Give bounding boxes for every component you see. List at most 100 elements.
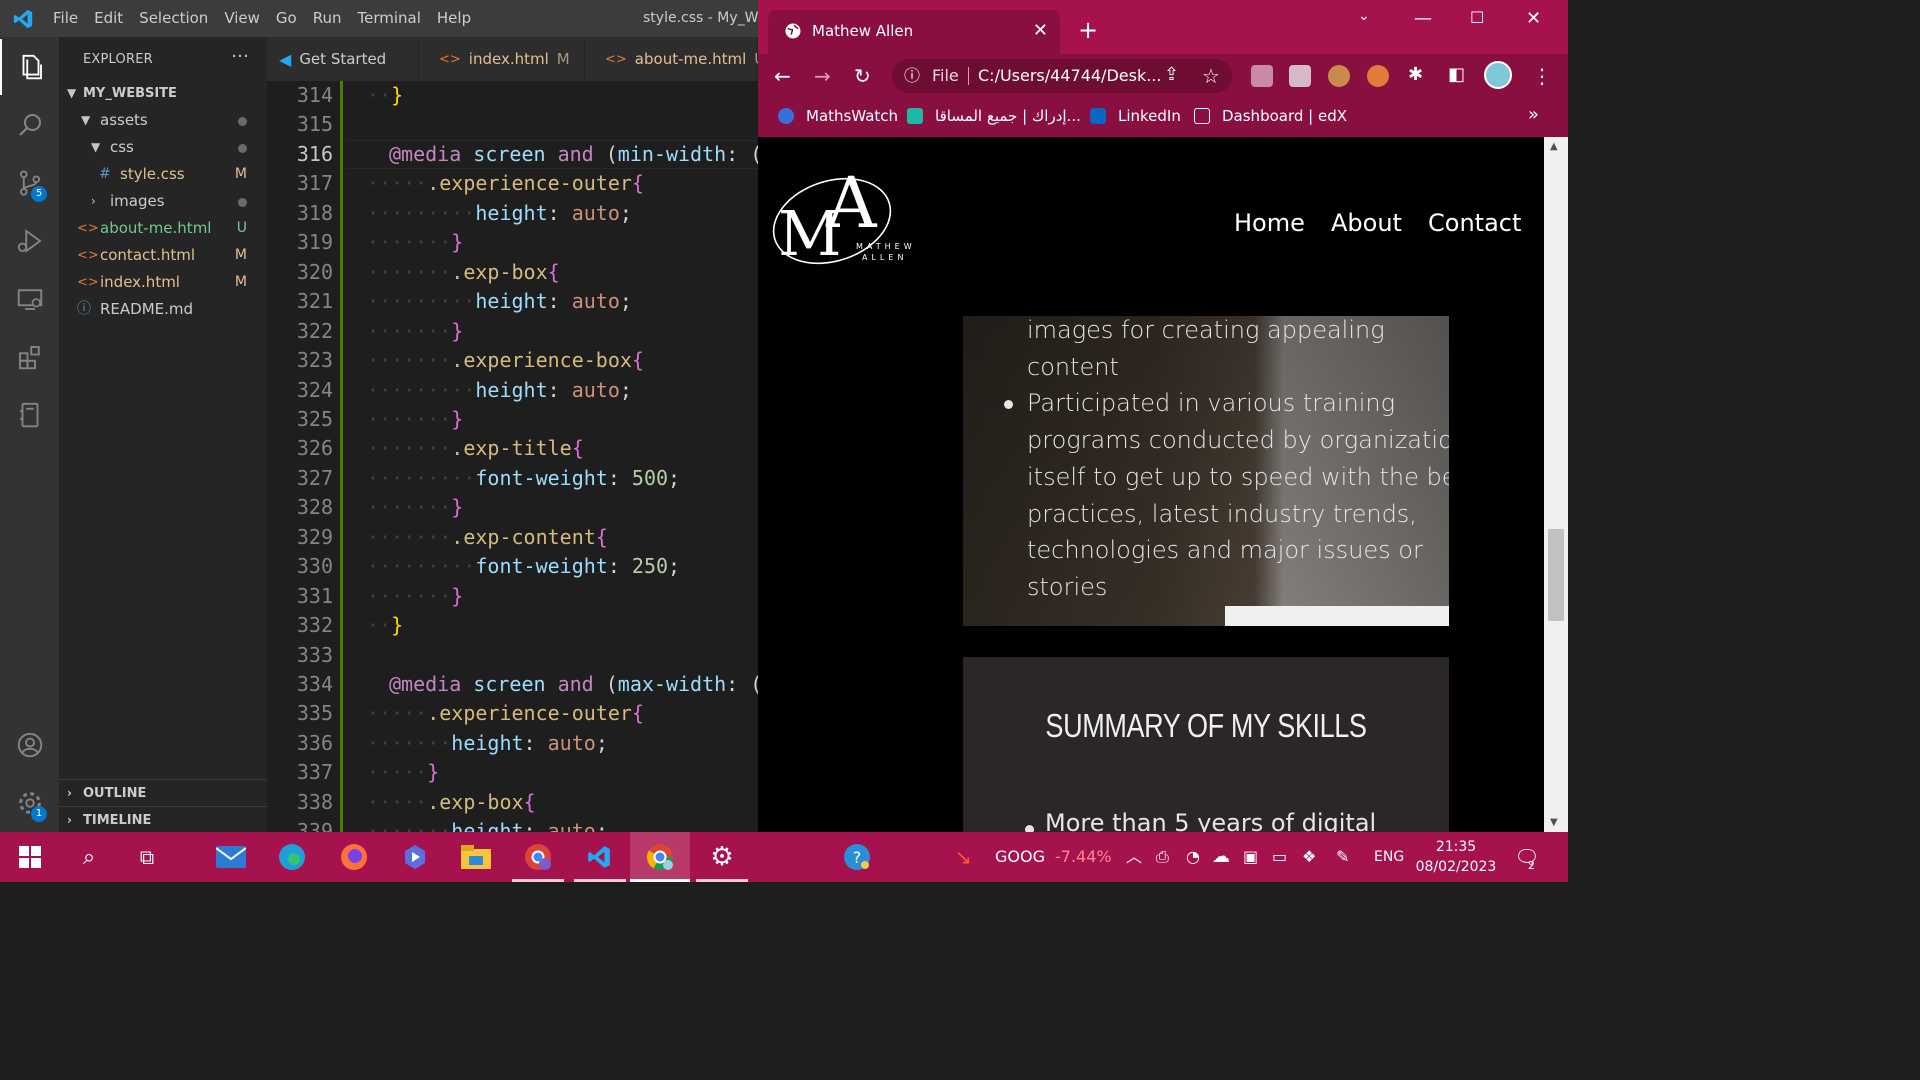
help-icon[interactable]: ? [842, 842, 872, 872]
code-editor[interactable]: 314 315 316 317 318 319 320 321 322 323 … [267, 81, 758, 832]
dropbox-icon[interactable]: ❖ [1302, 832, 1316, 882]
firefox-icon[interactable] [339, 842, 369, 872]
side-panel-icon[interactable]: ◧ [1448, 64, 1465, 85]
menu-kebab-icon[interactable]: ⋮ [1532, 64, 1552, 88]
tray-chevron-up-icon[interactable]: ︿ [1126, 832, 1142, 882]
new-tab-icon[interactable]: + [1078, 18, 1098, 42]
mail-app-icon[interactable] [216, 842, 246, 872]
tree-file-style-css[interactable]: # style.css M [59, 161, 267, 188]
reload-icon[interactable]: ↻ [854, 64, 871, 88]
settings-gear-icon[interactable]: 1 [0, 775, 59, 831]
extension-icon[interactable] [1289, 65, 1311, 87]
tree-file-contact[interactable]: <> contact.html M [59, 242, 267, 269]
share-icon[interactable]: ⇪ [1164, 64, 1179, 85]
vscode-logo-icon[interactable] [0, 0, 45, 37]
scroll-up-icon[interactable]: ▲ [1550, 141, 1558, 152]
modified-dot-icon [238, 198, 247, 207]
forward-arrow-icon[interactable]: → [814, 64, 831, 88]
media-player-icon[interactable] [400, 842, 430, 872]
scrollbar-thumb[interactable] [1548, 529, 1564, 621]
notification-center-icon[interactable]: 🗨 [1512, 842, 1542, 872]
info-icon[interactable]: ⓘ [904, 59, 920, 93]
bookmark-linkedin[interactable]: LinkedIn [1090, 107, 1181, 125]
bookmark-star-icon[interactable]: ☆ [1202, 64, 1220, 88]
accounts-icon[interactable] [0, 717, 59, 773]
menu-selection[interactable]: Selection [131, 0, 216, 37]
maximize-icon[interactable]: ☐ [1470, 8, 1484, 27]
browser-tab[interactable]: Mathew Allen ✕ [768, 10, 1060, 54]
source-control-icon[interactable]: 5 [0, 155, 59, 211]
bookmark-edraak[interactable]: إدراك | جميع المساقا... [907, 107, 1081, 125]
file-explorer-icon[interactable] [461, 842, 491, 872]
tree-folder-assets[interactable]: ▼ assets [59, 107, 267, 134]
tab-about-me-html[interactable]: <> about-me.html U [585, 37, 758, 81]
nav-contact[interactable]: Contact [1428, 209, 1521, 237]
menu-go[interactable]: Go [268, 0, 305, 37]
tree-folder-images[interactable]: › images [59, 188, 267, 215]
stock-trend-icon[interactable]: ↘ [955, 832, 972, 882]
chrome-active-icon[interactable] [645, 842, 675, 872]
menu-terminal[interactable]: Terminal [350, 0, 429, 37]
notebook-icon[interactable] [0, 387, 59, 443]
bookmark-mathswatch[interactable]: MathsWatch [778, 107, 898, 125]
extension-icon[interactable] [1367, 65, 1389, 87]
run-debug-icon[interactable] [0, 213, 59, 269]
search-icon[interactable]: ⌕ [74, 842, 104, 872]
profile-avatar[interactable] [1484, 61, 1512, 89]
close-tab-icon[interactable]: ✕ [1033, 20, 1048, 41]
scroll-down-icon[interactable]: ▼ [1550, 817, 1558, 828]
edge-browser-icon[interactable] [277, 842, 307, 872]
cookie-extension-icon[interactable] [1328, 65, 1350, 87]
tab-search-icon[interactable]: ⌄ [1358, 8, 1370, 24]
battery-icon[interactable]: ▭ [1272, 832, 1287, 882]
back-arrow-icon[interactable]: ← [774, 64, 791, 88]
site-logo[interactable]: M A MATHEW ALLEN [770, 157, 920, 272]
nav-home[interactable]: Home [1234, 209, 1305, 237]
timeline-section[interactable]: › TIMELINE [59, 806, 267, 832]
device-icon[interactable]: ▣ [1243, 832, 1258, 882]
bookmark-edx[interactable]: Dashboard | edX [1194, 107, 1347, 125]
stock-symbol[interactable]: GOOG [995, 832, 1045, 882]
paragraph-line: technologies and major issues or [1027, 536, 1423, 565]
meet-now-icon[interactable]: ⎙ [1156, 832, 1169, 882]
page-scrollbar[interactable]: ▲ ▼ [1544, 137, 1568, 832]
code-line: ·······height: auto; [367, 730, 608, 755]
minimize-icon[interactable]: — [1414, 8, 1432, 29]
tab-get-started[interactable]: ◀ Get Started [267, 37, 419, 81]
menu-view[interactable]: View [216, 0, 268, 37]
extension-icon[interactable] [1251, 65, 1273, 87]
outline-section[interactable]: › OUTLINE [59, 779, 267, 806]
explorer-icon[interactable] [0, 39, 59, 95]
onedrive-cloud-icon[interactable]: ☁ [1212, 832, 1230, 882]
line-number: 329 [296, 524, 333, 549]
puzzle-extensions-icon[interactable]: ✱ [1408, 64, 1423, 85]
pen-icon[interactable]: ✎ [1336, 832, 1349, 882]
menu-help[interactable]: Help [429, 0, 479, 37]
search-icon[interactable] [0, 97, 59, 153]
menu-edit[interactable]: Edit [86, 0, 131, 37]
tree-file-readme[interactable]: ⓘ README.md [59, 296, 267, 323]
code-line: ·······} [367, 230, 464, 255]
explorer-more-icon[interactable]: ··· [231, 46, 249, 67]
task-view-icon[interactable]: ⧉ [132, 842, 162, 872]
language-indicator[interactable]: ENG [1374, 832, 1404, 882]
tab-index-html[interactable]: <> index.html M [419, 37, 585, 81]
vscode-taskbar-icon[interactable] [584, 842, 614, 872]
close-window-icon[interactable]: ✕ [1526, 8, 1541, 29]
tree-folder-css[interactable]: ▼ css [59, 134, 267, 161]
clock[interactable]: 21:35 08/02/2023 [1414, 837, 1498, 877]
wifi-icon[interactable]: ◔ [1186, 832, 1200, 882]
tree-folder-my-website[interactable]: ▼ MY_WEBSITE [59, 80, 267, 107]
remote-explorer-icon[interactable] [0, 271, 59, 327]
menu-run[interactable]: Run [305, 0, 350, 37]
tree-file-about-me[interactable]: <> about-me.html U [59, 215, 267, 242]
menu-file[interactable]: File [45, 0, 86, 37]
tree-file-index[interactable]: <> index.html M [59, 269, 267, 296]
extensions-icon[interactable] [0, 329, 59, 385]
bookmarks-overflow-icon[interactable]: » [1528, 104, 1539, 125]
address-bar[interactable]: ⓘ File C:/Users/44744/Desk... [892, 59, 1232, 93]
settings-gear-icon[interactable]: ⚙ [707, 842, 737, 872]
nav-about[interactable]: About [1331, 209, 1402, 237]
chrome-profile-icon[interactable] [523, 842, 553, 872]
windows-start-icon[interactable] [15, 842, 45, 872]
